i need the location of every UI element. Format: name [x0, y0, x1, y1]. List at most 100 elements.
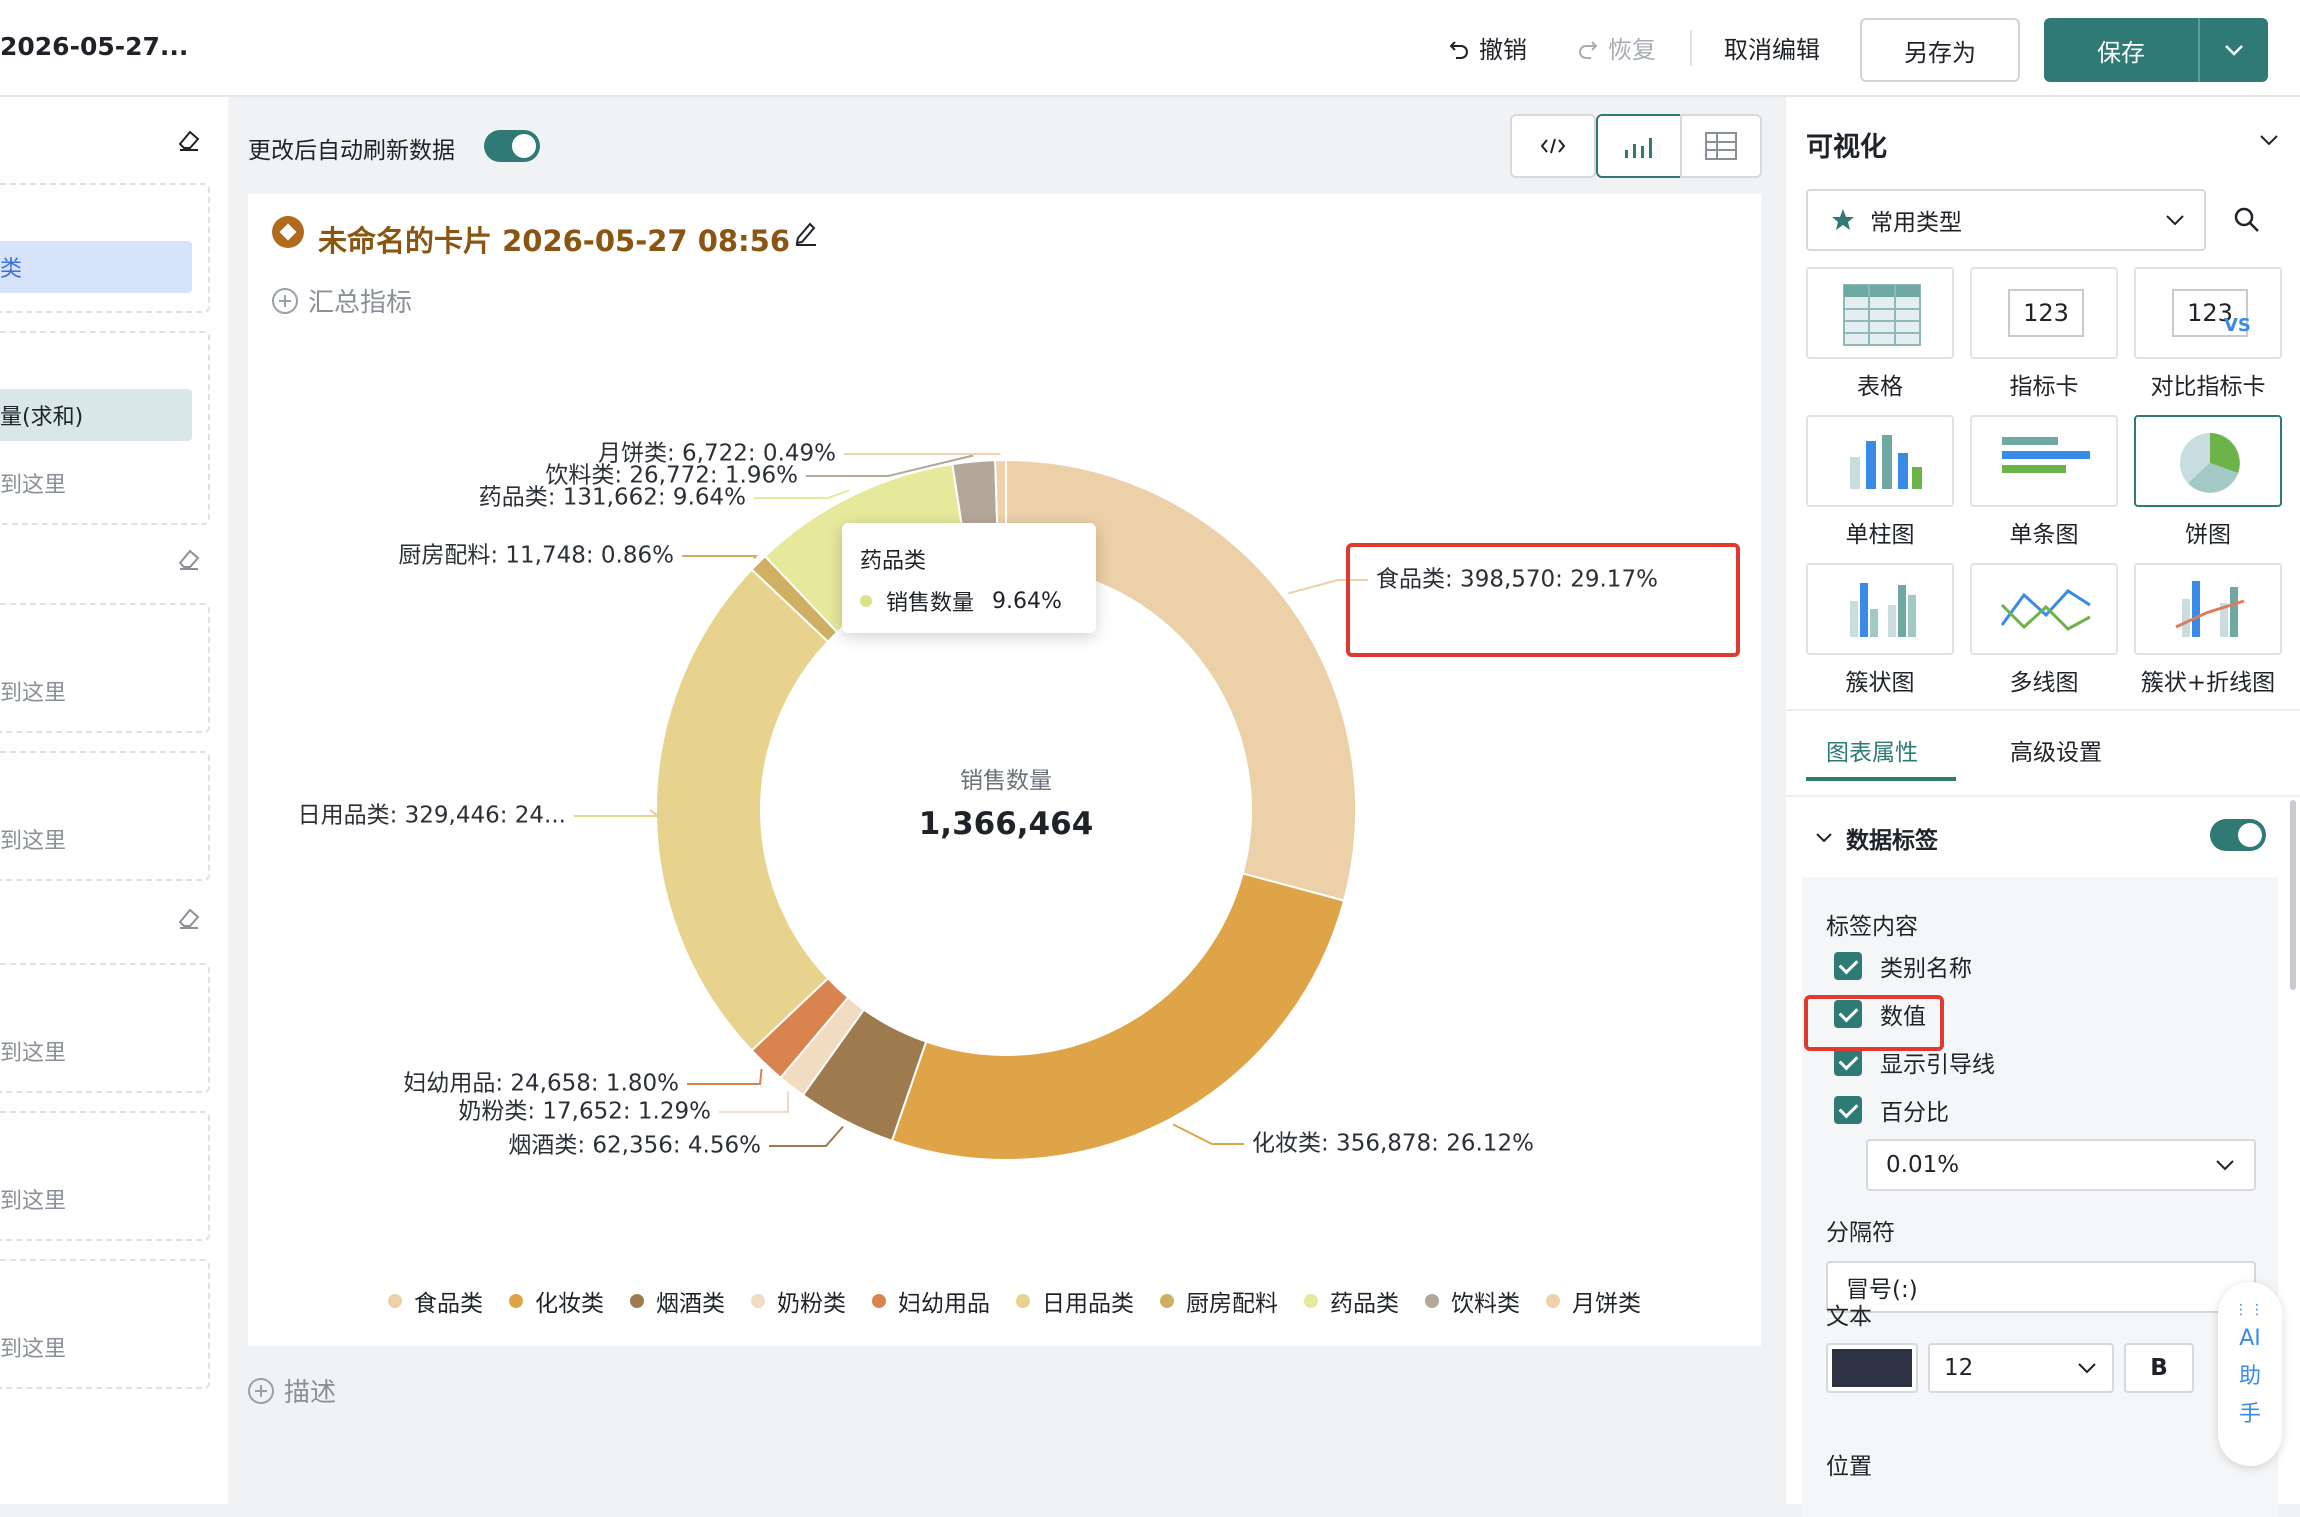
legend-item[interactable]: 食品类	[388, 1284, 483, 1318]
table-view-button[interactable]	[1680, 114, 1762, 178]
font-size-select[interactable]: 12	[1928, 1343, 2114, 1393]
chart-category-select[interactable]: 常用类型	[1806, 189, 2206, 251]
chart-type-label: 簇状+折线图	[2134, 663, 2282, 697]
tab-chart-properties[interactable]: 图表属性	[1826, 733, 1918, 767]
auto-refresh-toggle[interactable]	[484, 130, 540, 162]
add-description[interactable]: 描述	[248, 1372, 336, 1409]
legend-item[interactable]: 化妆类	[509, 1284, 604, 1318]
drop-zone[interactable]: 到这里	[0, 963, 210, 1093]
chart-type-clustered-line[interactable]: 簇状+折线图	[2134, 563, 2282, 697]
drop-hint: 到这里	[0, 823, 66, 855]
ai-label-ai: AI	[2218, 1320, 2282, 1358]
chart-type-pie[interactable]: 饼图	[2134, 415, 2282, 549]
chart-type-thumb: 123	[1970, 267, 2118, 359]
scrollbar[interactable]	[2290, 800, 2296, 990]
label-content-heading: 标签内容	[1826, 907, 1918, 941]
legend-item[interactable]: 日用品类	[1016, 1284, 1134, 1318]
precision-value: 0.01%	[1886, 1152, 1959, 1178]
metric-drop-zone[interactable]: 量(求和) 到这里	[0, 331, 210, 525]
donut-slice-5[interactable]	[656, 570, 828, 1051]
legend-label: 药品类	[1330, 1284, 1399, 1318]
checkbox-checked[interactable]	[1834, 1096, 1862, 1124]
tooltip-row: 销售数量 9.64%	[860, 585, 1078, 617]
legend-dot	[1160, 1294, 1174, 1308]
chevron-down-icon[interactable]	[1814, 831, 1834, 845]
visualization-panel: 可视化 常用类型 表格 123 指标卡 123	[1786, 97, 2300, 1504]
dimension-drop-zone[interactable]: 类	[0, 183, 210, 313]
chart-view-button[interactable]	[1596, 114, 1682, 178]
data-label-toggle[interactable]	[2210, 819, 2266, 851]
chart-type-kpi[interactable]: 123 指标卡	[1970, 267, 2118, 401]
save-label: 保存	[2097, 33, 2145, 68]
legend-dot	[1546, 1294, 1560, 1308]
drop-zone[interactable]: 到这里	[0, 751, 210, 881]
drop-hint: 到这里	[0, 1035, 66, 1067]
drop-hint: 到这里	[0, 467, 66, 499]
dimension-chip[interactable]: 类	[0, 241, 192, 293]
chart-type-label: 对比指标卡	[2134, 367, 2282, 401]
chevron-down-icon	[2214, 1158, 2236, 1172]
checkbox-checked[interactable]	[1834, 952, 1862, 980]
save-options-dropdown[interactable]	[2200, 18, 2268, 82]
cancel-edit-label: 取消编辑	[1724, 30, 1820, 65]
chart-type-clustered[interactable]: 簇状图	[1806, 563, 1954, 697]
save-button[interactable]: 保存	[2044, 18, 2200, 82]
legend-item[interactable]: 月饼类	[1546, 1284, 1641, 1318]
chart-type-compare-kpi[interactable]: 123 VS 对比指标卡	[2134, 267, 2282, 401]
legend-item[interactable]: 药品类	[1304, 1284, 1399, 1318]
separator-select[interactable]: 冒号(:)	[1826, 1261, 2256, 1313]
ai-assistant-button[interactable]: ⋮⋮ AI 助 手	[2218, 1282, 2282, 1466]
legend-item[interactable]: 烟酒类	[630, 1284, 725, 1318]
data-label: 厨房配料: 11,748: 0.86%	[398, 543, 674, 569]
bold-button[interactable]: B	[2124, 1343, 2194, 1393]
chart-type-single-bar[interactable]: 单条图	[1970, 415, 2118, 549]
text-color-picker[interactable]	[1826, 1343, 1918, 1393]
legend-item[interactable]: 奶粉类	[751, 1284, 846, 1318]
chevron-down-icon	[2076, 1361, 2098, 1375]
eraser-icon[interactable]	[176, 546, 202, 572]
pie-thumb-icon	[2136, 417, 2284, 509]
checkbox-category-name[interactable]: 类别名称	[1834, 949, 1972, 983]
drop-hint: 到这里	[0, 1183, 66, 1215]
metric-chip[interactable]: 量(求和)	[0, 389, 192, 441]
redo-button[interactable]: 恢复	[1576, 30, 1656, 65]
drop-zone[interactable]: 到这里	[0, 1259, 210, 1389]
data-label: 奶粉类: 17,652: 1.29%	[458, 1099, 711, 1125]
chart-type-single-column[interactable]: 单柱图	[1806, 415, 1954, 549]
legend-item[interactable]: 妇幼用品	[872, 1284, 990, 1318]
tooltip-series-dot	[860, 595, 872, 607]
checkbox-checked[interactable]	[1834, 1048, 1862, 1076]
drop-zone[interactable]: 到这里	[0, 603, 210, 733]
save-as-button[interactable]: 另存为	[1860, 18, 2020, 82]
legend-label: 化妆类	[535, 1284, 604, 1318]
drop-zone[interactable]: 到这里	[0, 1111, 210, 1241]
legend-label: 奶粉类	[777, 1284, 846, 1318]
chart-type-multi-line[interactable]: 多线图	[1970, 563, 2118, 697]
eraser-icon[interactable]	[176, 127, 202, 153]
donut-slice-1[interactable]	[892, 873, 1344, 1160]
legend-label: 饮料类	[1451, 1284, 1520, 1318]
leader-line	[682, 556, 756, 559]
legend-item[interactable]: 饮料类	[1425, 1284, 1520, 1318]
font-size-value: 12	[1944, 1355, 1973, 1381]
chart-type-table[interactable]: 表格	[1806, 267, 1954, 401]
search-icon[interactable]	[2232, 205, 2262, 235]
code-view-button[interactable]	[1510, 114, 1596, 178]
cancel-edit-button[interactable]: 取消编辑	[1724, 30, 1820, 65]
table-icon	[1704, 131, 1738, 161]
tab-advanced-settings[interactable]: 高级设置	[2010, 733, 2102, 767]
undo-icon	[1447, 36, 1471, 60]
chevron-down-icon[interactable]	[2258, 133, 2280, 147]
checkbox-percent[interactable]: 百分比	[1834, 1093, 1949, 1127]
drop-hint: 到这里	[0, 1331, 66, 1363]
chart-type-thumb	[2134, 415, 2282, 507]
ai-label-3: 手	[2218, 1396, 2282, 1434]
position-heading: 位置	[1826, 1447, 1872, 1481]
undo-button[interactable]: 撤销	[1447, 30, 1527, 65]
legend-dot	[872, 1294, 886, 1308]
tooltip-value: 9.64%	[992, 589, 1062, 614]
legend-item[interactable]: 厨房配料	[1160, 1284, 1278, 1318]
eraser-icon[interactable]	[176, 905, 202, 931]
chart-type-thumb	[1806, 563, 1954, 655]
percent-precision-select[interactable]: 0.01%	[1866, 1139, 2256, 1191]
